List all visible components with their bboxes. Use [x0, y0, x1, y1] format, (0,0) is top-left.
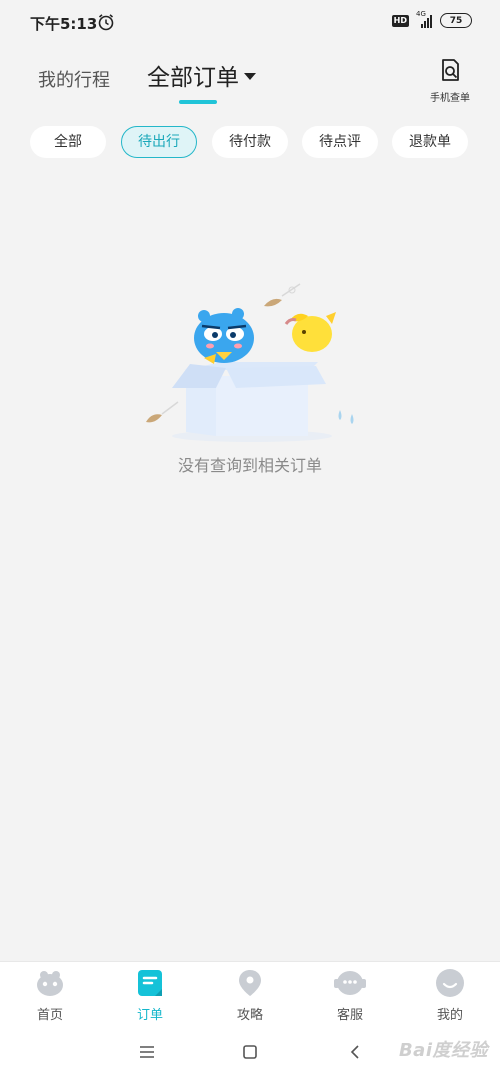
page-header: 我的行程 全部订单 手机查单: [0, 44, 500, 114]
network-type: 4G: [416, 9, 426, 18]
nav-label-customer-service: 客服: [336, 1008, 363, 1023]
empty-box-mascot-illustration: [146, 283, 354, 442]
watermark: Bai度经验: [398, 1040, 488, 1061]
nav-item-home[interactable]: 首页: [20, 968, 80, 1023]
nav-item-guides[interactable]: 攻略: [220, 968, 280, 1023]
nav-item-customer-service[interactable]: 客服: [320, 968, 380, 1023]
tab-all-orders[interactable]: 全部订单: [147, 58, 256, 92]
nav-label-profile: 我的: [436, 1008, 463, 1023]
status-bar: 下午5:13 HD 4G 75: [0, 0, 500, 44]
nav-item-profile[interactable]: 我的: [420, 968, 480, 1023]
caret-down-icon: [244, 72, 256, 80]
nav-label-home: 首页: [36, 1008, 63, 1023]
filter-chip-to-review[interactable]: 待点评: [302, 126, 378, 158]
active-tab-indicator: [179, 100, 217, 104]
order-icon: [138, 970, 162, 996]
home-square-icon[interactable]: [242, 1044, 258, 1060]
nav-label-guides: 攻略: [236, 1008, 263, 1023]
customer-service-icon: [334, 971, 366, 995]
status-indicators: HD 4G 75: [391, 10, 472, 28]
tab-all-orders-label: 全部订单: [147, 65, 239, 91]
system-navigation-bar: Bai度经验: [0, 1024, 500, 1084]
filter-chip-unpaid[interactable]: 待付款: [212, 126, 288, 158]
filter-chip-refund[interactable]: 退款单: [392, 126, 468, 158]
bottom-tab-bar: 首页 订单 攻略 客服 我的: [0, 961, 500, 1024]
location-pin-icon: [239, 970, 261, 996]
menu-icon[interactable]: [138, 1044, 156, 1060]
phone-search-icon: [442, 59, 459, 81]
status-time: 下午5:13: [30, 15, 98, 33]
empty-state-message: 没有查询到相关订单: [177, 456, 322, 475]
order-filter-bar: 全部 待出行 待付款 待点评 退款单: [0, 126, 500, 160]
signal-icon: 4G: [416, 10, 432, 28]
nav-item-orders[interactable]: 订单: [120, 968, 180, 1023]
phone-lookup-label: 手机查单: [430, 93, 470, 104]
back-chevron-icon[interactable]: [348, 1044, 362, 1060]
hd-badge: HD: [391, 14, 409, 27]
filter-chip-upcoming[interactable]: 待出行: [121, 126, 197, 158]
battery-icon: 75: [440, 13, 472, 28]
filter-chip-all[interactable]: 全部: [30, 126, 106, 158]
tab-my-trips[interactable]: 我的行程: [38, 66, 110, 92]
alarm-clock-icon: [98, 14, 114, 31]
profile-face-icon: [436, 969, 464, 997]
home-mascot-icon: [37, 971, 63, 996]
phone-lookup-button[interactable]: 手机查单: [422, 58, 478, 104]
nav-label-orders: 订单: [136, 1008, 163, 1023]
